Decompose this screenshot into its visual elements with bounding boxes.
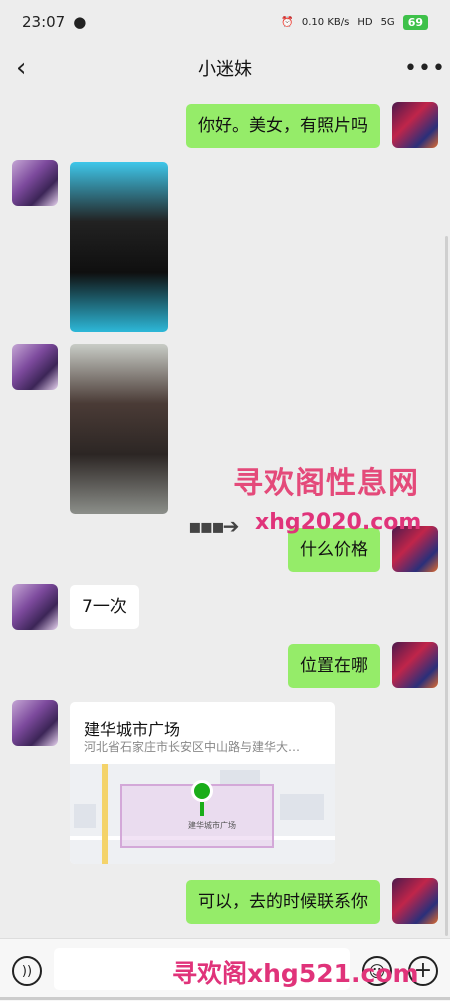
photo-message[interactable]: [70, 344, 168, 514]
alarm-icon: ⏰: [281, 16, 294, 28]
outgoing-message[interactable]: 你好。美女，有照片吗: [186, 104, 380, 148]
outgoing-message[interactable]: 可以，去的时候联系你: [186, 880, 380, 924]
location-address: 河北省石家庄市长安区中山路与建华大…: [84, 740, 301, 754]
chat-header: ‹ 小迷妹 •••: [0, 44, 450, 92]
map-pin-icon: [191, 780, 213, 802]
watermark-arrow-icon: ▪▪▪➔: [188, 514, 239, 538]
location-map: 建华城市广场: [70, 764, 335, 864]
watermark-text: 寻欢阁性息网: [233, 466, 419, 501]
contact-avatar[interactable]: [12, 700, 58, 746]
battery-indicator: 69: [402, 14, 428, 30]
scrollbar[interactable]: [445, 236, 448, 936]
watermark-url: 寻欢阁xhg521.com: [172, 959, 419, 988]
map-block: [280, 794, 324, 820]
status-time: 23:07: [22, 13, 66, 31]
my-avatar[interactable]: [392, 878, 438, 924]
contact-avatar[interactable]: [12, 584, 58, 630]
more-icon[interactable]: •••: [404, 56, 445, 81]
chat-title: 小迷妹: [198, 59, 252, 80]
map-block: [74, 804, 96, 828]
map-pin-label: 建华城市广场: [188, 821, 236, 830]
watermark-url: xhg2020.com: [255, 510, 422, 535]
location-title: 建华城市广场: [84, 720, 181, 739]
status-bar: 23:07 ● ⏰ 0.10 KB/s HD 5G 69: [0, 0, 450, 44]
map-road: [102, 764, 108, 864]
my-avatar[interactable]: [392, 642, 438, 688]
wechat-icon: ●: [73, 13, 87, 31]
network-speed: 0.10 KB/s: [301, 16, 350, 28]
location-card[interactable]: 建华城市广场 河北省石家庄市长安区中山路与建华大… 建华城市广场: [70, 702, 335, 864]
voice-icon[interactable]: )): [12, 956, 42, 986]
map-block: [220, 770, 260, 784]
photo-message[interactable]: [70, 162, 168, 332]
network-type: 5G: [380, 16, 395, 28]
contact-avatar[interactable]: [12, 344, 58, 390]
contact-avatar[interactable]: [12, 160, 58, 206]
incoming-message[interactable]: 7一次: [70, 585, 139, 629]
back-icon[interactable]: ‹: [16, 53, 46, 83]
outgoing-message[interactable]: 位置在哪: [288, 644, 380, 688]
my-avatar[interactable]: [392, 102, 438, 148]
hd-badge: HD: [357, 16, 373, 28]
